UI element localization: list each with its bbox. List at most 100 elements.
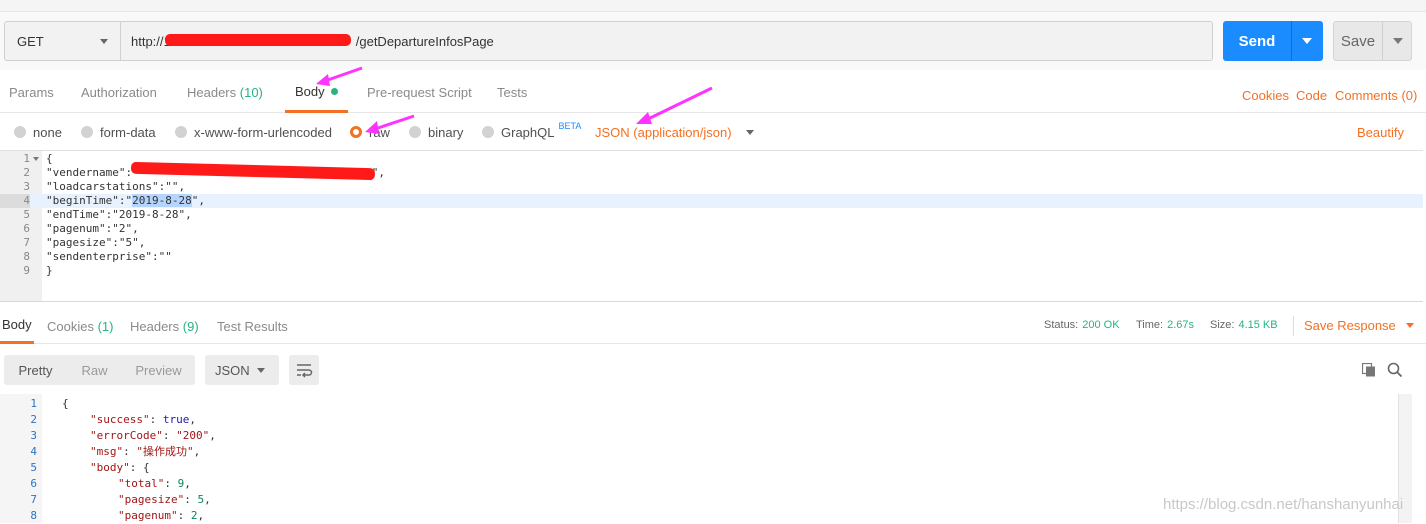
- format-select[interactable]: JSON: [205, 355, 279, 385]
- view-raw-button[interactable]: Raw: [67, 355, 122, 385]
- line-code: "total": 9,: [118, 477, 191, 490]
- view-preview-button[interactable]: Preview: [122, 355, 195, 385]
- editor-line: 5 "endTime":"2019-8-28",: [0, 208, 1423, 222]
- search-icon[interactable]: [1387, 362, 1403, 378]
- json-value: "操作成功": [136, 445, 194, 458]
- json-value: "200": [176, 429, 210, 442]
- time-value: 2.67s: [1167, 319, 1195, 331]
- line-number: 8: [23, 250, 30, 263]
- save-divider: [1382, 22, 1383, 60]
- url-input[interactable]: http://1 /getDepartureInfosPage: [120, 21, 1213, 61]
- tab-label: Headers: [187, 85, 237, 100]
- line-code: "msg": "操作成功",: [90, 445, 201, 458]
- wrap-lines-button[interactable]: [289, 355, 319, 385]
- url-redacted-segment: [164, 34, 356, 46]
- resp-tab-test-results[interactable]: Test Results: [217, 308, 288, 344]
- radio-label: x-www-form-urlencoded: [194, 124, 332, 140]
- line-number: 7: [23, 236, 30, 249]
- line-code: "sendenterprise":"": [46, 250, 172, 263]
- line-number: 3: [23, 180, 30, 193]
- line-number: 4: [0, 194, 30, 208]
- line-number: 1: [30, 397, 37, 410]
- line-number: 4: [30, 445, 37, 458]
- send-button[interactable]: Send: [1223, 21, 1323, 61]
- beautify-link[interactable]: Beautify: [1357, 114, 1404, 150]
- tab-label: Tests: [497, 85, 528, 100]
- tab-headers[interactable]: Headers (10): [187, 72, 263, 113]
- url-end: /getDepartureInfosPage: [355, 33, 494, 49]
- line-number: 2: [23, 166, 30, 179]
- line-code: "pagesize":"5",: [46, 236, 146, 249]
- editor-line: 9}: [0, 264, 1423, 278]
- size-readout: Size: 4.15 KB: [1210, 308, 1278, 342]
- line-number: 2: [30, 413, 37, 426]
- radio-selected-icon: [350, 126, 362, 138]
- save-options-chevron-icon[interactable]: [1393, 38, 1403, 44]
- json-value: true: [162, 413, 190, 426]
- radio-x-www-form-urlencoded[interactable]: x-www-form-urlencoded: [175, 114, 332, 150]
- send-options-chevron-icon[interactable]: [1302, 38, 1312, 44]
- json-value: {: [143, 461, 150, 474]
- radio-none[interactable]: none: [14, 114, 62, 150]
- line-code: "pagesize": 5,: [118, 493, 211, 506]
- body-type-options: none form-data x-www-form-urlencoded raw…: [0, 114, 1426, 150]
- radio-circle-icon: [14, 126, 26, 138]
- copy-icon[interactable]: [1362, 363, 1376, 377]
- tab-params[interactable]: Params: [9, 72, 54, 113]
- line-number: 5: [30, 461, 37, 474]
- line-code: }: [46, 264, 53, 277]
- resp-tab-body[interactable]: Body: [0, 308, 34, 344]
- line-code: "errorCode": "200",: [90, 429, 216, 442]
- tab-pre-request-script[interactable]: Pre-request Script: [367, 72, 472, 113]
- status-label: Status:: [1044, 319, 1079, 331]
- radio-form-data[interactable]: form-data: [81, 114, 156, 150]
- request-body-editor[interactable]: 1{ 2 "vendername":" ", 3 "loadcarstations":…: [0, 150, 1423, 302]
- view-pretty-button[interactable]: Pretty: [4, 355, 67, 385]
- radio-raw[interactable]: raw: [350, 114, 390, 150]
- method-label: GET: [17, 33, 44, 49]
- chevron-down-icon: [1405, 322, 1414, 328]
- save-response-button[interactable]: Save Response: [1304, 308, 1414, 342]
- content-type-label: JSON (application/json): [595, 124, 732, 140]
- line-code: "body": {: [90, 461, 150, 474]
- resp-tab-cookies[interactable]: Cookies (1): [47, 308, 113, 344]
- save-response-label: Save Response: [1304, 317, 1396, 333]
- tab-label: Headers: [130, 318, 180, 334]
- status-readout: Status: 200 OK: [1044, 308, 1120, 342]
- line-code: "vendername":" ",: [46, 161, 385, 181]
- resp-tab-headers[interactable]: Headers (9): [130, 308, 199, 344]
- chevron-down-icon: [100, 39, 108, 44]
- line-number: 9: [23, 264, 30, 277]
- radio-graphql[interactable]: GraphQL BETA: [482, 114, 581, 150]
- radio-label: none: [33, 124, 62, 140]
- view-mode-group: Pretty Raw Preview: [4, 355, 195, 385]
- tab-label: Test Results: [217, 318, 288, 334]
- radio-circle-icon: [409, 126, 421, 138]
- top-strip: [0, 0, 1426, 12]
- fold-chevron-icon[interactable]: [33, 157, 39, 161]
- code-link[interactable]: Code: [1296, 75, 1327, 116]
- response-line: 4 "msg": "操作成功",: [0, 444, 1400, 460]
- value-redacted-segment: [130, 161, 375, 181]
- method-select[interactable]: GET: [4, 21, 120, 61]
- json-key: "pagenum": [118, 509, 178, 522]
- comments-link[interactable]: Comments (0): [1335, 75, 1417, 116]
- radio-label: raw: [369, 124, 390, 140]
- tab-body[interactable]: Body: [285, 72, 348, 113]
- size-label: Size:: [1210, 319, 1235, 331]
- cookies-link[interactable]: Cookies: [1242, 75, 1289, 116]
- time-label: Time:: [1136, 319, 1164, 331]
- json-key: "total": [118, 477, 165, 490]
- line-code-start: "vendername":": [46, 166, 139, 179]
- tab-authorization[interactable]: Authorization: [81, 72, 157, 113]
- time-readout: Time: 2.67s: [1136, 308, 1194, 342]
- line-number: 1: [23, 152, 30, 165]
- save-button[interactable]: Save: [1333, 21, 1412, 61]
- json-key: "msg": [90, 445, 124, 458]
- tab-tests[interactable]: Tests: [497, 72, 527, 113]
- radio-binary[interactable]: binary: [409, 114, 463, 150]
- json-value: 2: [190, 509, 198, 522]
- json-key: "body": [90, 461, 130, 474]
- content-type-select[interactable]: JSON (application/json): [595, 114, 754, 150]
- line-number: 5: [23, 208, 30, 221]
